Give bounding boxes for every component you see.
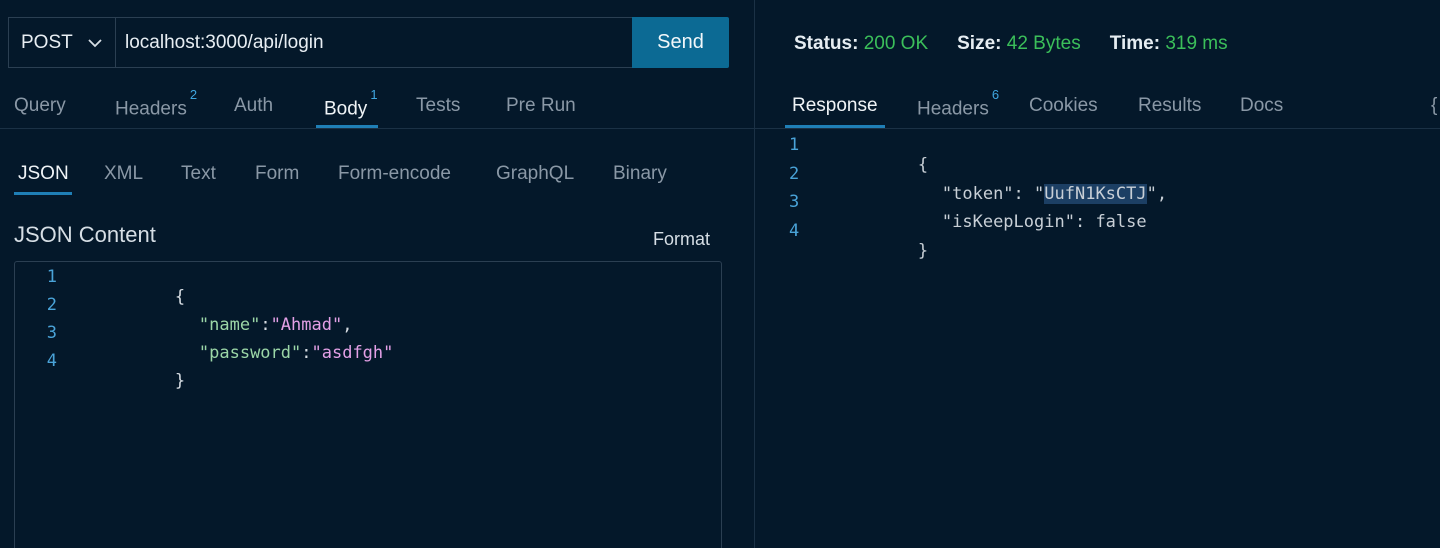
method-select[interactable]: POST bbox=[8, 17, 115, 68]
tab-label: Body bbox=[324, 98, 368, 120]
tab-body[interactable]: Body1 bbox=[324, 87, 378, 120]
body-tab-form[interactable]: Form bbox=[255, 163, 299, 185]
close-brace: } bbox=[174, 371, 186, 391]
size-value: 42 Bytes bbox=[1006, 33, 1081, 54]
response-status-bar: Status: 200 OK Size: 42 Bytes Time: 319 … bbox=[794, 33, 1257, 55]
thunder-client-app: POST localhost:3000/api/login Send Query… bbox=[0, 0, 1440, 548]
tab-tests[interactable]: Tests bbox=[416, 95, 460, 117]
method-label: POST bbox=[21, 31, 73, 53]
body-tab-text[interactable]: Text bbox=[181, 163, 216, 185]
tab-label: Pre Run bbox=[506, 95, 576, 116]
json-content-title: JSON Content bbox=[14, 222, 156, 247]
body-count-badge: 1 bbox=[370, 87, 378, 102]
chevron-down-icon bbox=[88, 38, 102, 47]
url-input[interactable]: localhost:3000/api/login bbox=[115, 17, 632, 68]
request-pane: POST localhost:3000/api/login Send Query… bbox=[0, 0, 754, 548]
size-item: Size: 42 Bytes bbox=[957, 33, 1081, 55]
response-headers-count-badge: 6 bbox=[991, 87, 1000, 102]
line-number: 1 bbox=[46, 267, 57, 287]
status-item: Status: 200 OK bbox=[794, 33, 928, 55]
tab-label: Headers bbox=[115, 98, 187, 120]
tab-label: Response bbox=[792, 95, 878, 116]
size-label: Size: bbox=[957, 33, 1002, 54]
format-button[interactable]: Format bbox=[653, 229, 710, 250]
tab-label: Headers bbox=[917, 98, 989, 120]
json-key: "isKeepLogin" bbox=[941, 212, 1075, 232]
close-brace: } bbox=[917, 241, 929, 261]
body-tab-form-encode[interactable]: Form-encode bbox=[338, 163, 451, 185]
tab-cookies[interactable]: Cookies bbox=[1029, 95, 1098, 117]
tab-pre-run[interactable]: Pre Run bbox=[506, 95, 576, 117]
response-tabs-divider bbox=[755, 128, 1440, 129]
json-editor[interactable]: 1 2 3 4 { "name":"Ahmad", "password":"as… bbox=[14, 261, 722, 548]
tab-label: Cookies bbox=[1029, 95, 1098, 116]
line-number: 4 bbox=[46, 351, 57, 371]
json-key: "password" bbox=[198, 343, 302, 363]
tab-label: Tests bbox=[416, 95, 461, 116]
active-body-tab-indicator bbox=[14, 192, 72, 195]
line-number: 3 bbox=[46, 323, 57, 343]
request-bar: POST localhost:3000/api/login Send bbox=[8, 17, 729, 68]
tab-docs[interactable]: Docs bbox=[1240, 95, 1283, 117]
json-string: "asdfgh" bbox=[311, 343, 394, 363]
code-line: } bbox=[836, 221, 928, 281]
time-item: Time: 319 ms bbox=[1110, 33, 1228, 55]
tabs-divider bbox=[0, 128, 754, 129]
pane-divider[interactable] bbox=[754, 0, 755, 548]
tab-response-headers[interactable]: Headers6 bbox=[917, 87, 999, 120]
time-label: Time: bbox=[1109, 33, 1161, 54]
tab-results[interactable]: Results bbox=[1138, 95, 1201, 117]
line-number: 4 bbox=[789, 221, 800, 241]
time-value: 319 ms bbox=[1165, 33, 1228, 54]
line-number: 2 bbox=[46, 295, 57, 315]
tab-headers[interactable]: Headers2 bbox=[115, 87, 197, 120]
tab-label: Results bbox=[1138, 95, 1202, 116]
body-tab-graphql[interactable]: GraphQL bbox=[496, 163, 574, 185]
status-label: Status: bbox=[794, 33, 859, 54]
line-number: 2 bbox=[789, 164, 800, 184]
headers-count-badge: 2 bbox=[189, 87, 198, 102]
tab-auth[interactable]: Auth bbox=[234, 95, 273, 117]
body-tab-binary[interactable]: Binary bbox=[613, 163, 667, 185]
code-line: } bbox=[93, 351, 185, 411]
tab-label: Docs bbox=[1240, 95, 1284, 116]
tab-label: Auth bbox=[234, 95, 274, 116]
tab-label: Query bbox=[14, 95, 66, 116]
tab-query[interactable]: Query bbox=[14, 95, 66, 117]
overflow-brace: { bbox=[1431, 95, 1438, 116]
send-button[interactable]: Send bbox=[632, 17, 729, 68]
tab-response[interactable]: Response bbox=[792, 95, 878, 117]
line-number: 3 bbox=[789, 192, 800, 212]
status-value: 200 OK bbox=[863, 33, 929, 54]
json-boolean: false bbox=[1095, 212, 1147, 232]
line-number: 1 bbox=[789, 135, 800, 155]
body-tab-json[interactable]: JSON bbox=[18, 163, 69, 185]
body-tab-xml[interactable]: XML bbox=[104, 163, 143, 185]
